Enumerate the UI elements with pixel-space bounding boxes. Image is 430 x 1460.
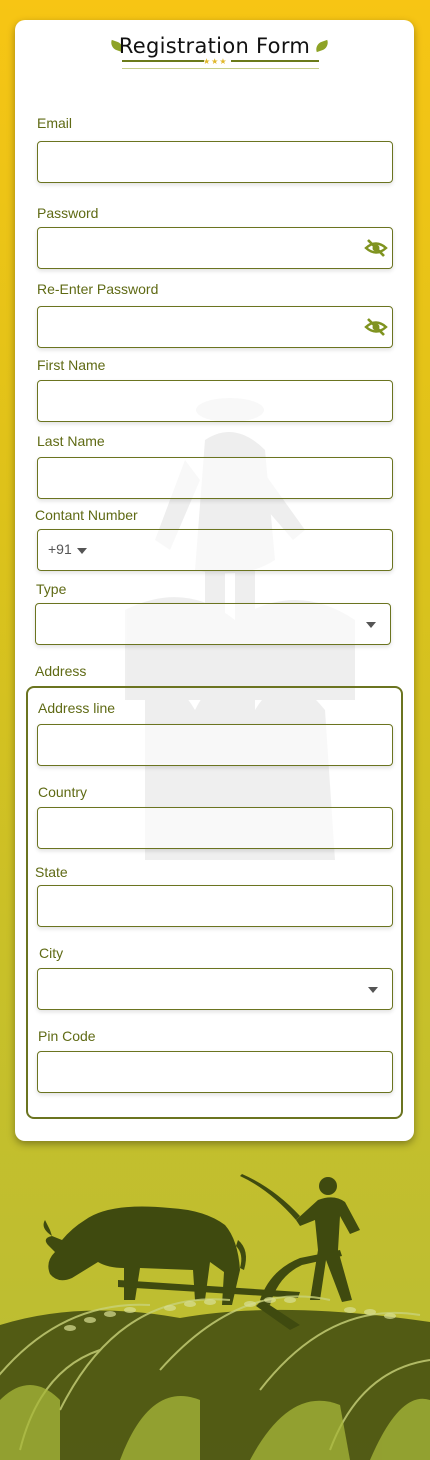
- registration-card: Registration Form ★★★ Email Password Re-…: [15, 20, 414, 1141]
- type-select[interactable]: [35, 603, 391, 645]
- last-name-label: Last Name: [37, 433, 105, 449]
- title-underline-shadow: [122, 68, 319, 69]
- page-title: Registration Form: [118, 34, 311, 58]
- eye-off-icon[interactable]: [364, 316, 388, 338]
- first-name-field[interactable]: [38, 381, 392, 421]
- address-label: Address: [35, 663, 87, 679]
- pin-code-label: Pin Code: [38, 1028, 96, 1044]
- last-name-field-wrap: [37, 457, 393, 499]
- contact-number-label: Contant Number: [35, 507, 138, 523]
- caret-down-icon[interactable]: [366, 622, 376, 628]
- first-name-field-wrap: [37, 380, 393, 422]
- email-label: Email: [37, 115, 73, 131]
- country-code-select[interactable]: +91: [48, 541, 72, 557]
- country-label: Country: [38, 784, 88, 800]
- country-field-wrap: [37, 807, 393, 849]
- contact-number-field[interactable]: [38, 530, 392, 570]
- caret-down-icon[interactable]: [77, 548, 87, 554]
- last-name-field[interactable]: [38, 458, 392, 498]
- farmer-plough-illustration: [0, 1174, 430, 1460]
- reenter-password-field[interactable]: [38, 307, 392, 347]
- address-line-field[interactable]: [38, 725, 392, 765]
- state-label: State: [35, 864, 68, 880]
- address-line-label: Address line: [38, 700, 116, 716]
- title-underline-left: [122, 60, 204, 62]
- city-select[interactable]: [37, 968, 393, 1010]
- password-field[interactable]: [38, 228, 392, 268]
- type-label: Type: [36, 581, 67, 597]
- pin-code-field[interactable]: [38, 1052, 392, 1092]
- address-line-field-wrap: [37, 724, 393, 766]
- city-label: City: [39, 945, 64, 961]
- state-field[interactable]: [38, 886, 392, 926]
- star-ornament-icon: ★★★: [203, 57, 228, 66]
- eye-off-icon[interactable]: [364, 237, 388, 259]
- reenter-password-field-wrap: [37, 306, 393, 348]
- password-label: Password: [37, 205, 99, 221]
- state-field-wrap: [37, 885, 393, 927]
- caret-down-icon[interactable]: [368, 987, 378, 993]
- reenter-password-label: Re-Enter Password: [37, 281, 159, 297]
- contact-number-field-wrap: +91: [37, 529, 393, 571]
- country-field[interactable]: [38, 808, 392, 848]
- form-header: Registration Form ★★★: [15, 32, 414, 80]
- password-field-wrap: [37, 227, 393, 269]
- email-field-wrap: [37, 141, 393, 183]
- pin-code-field-wrap: [37, 1051, 393, 1093]
- email-field[interactable]: [38, 142, 392, 182]
- first-name-label: First Name: [37, 357, 106, 373]
- title-underline-right: [231, 60, 319, 62]
